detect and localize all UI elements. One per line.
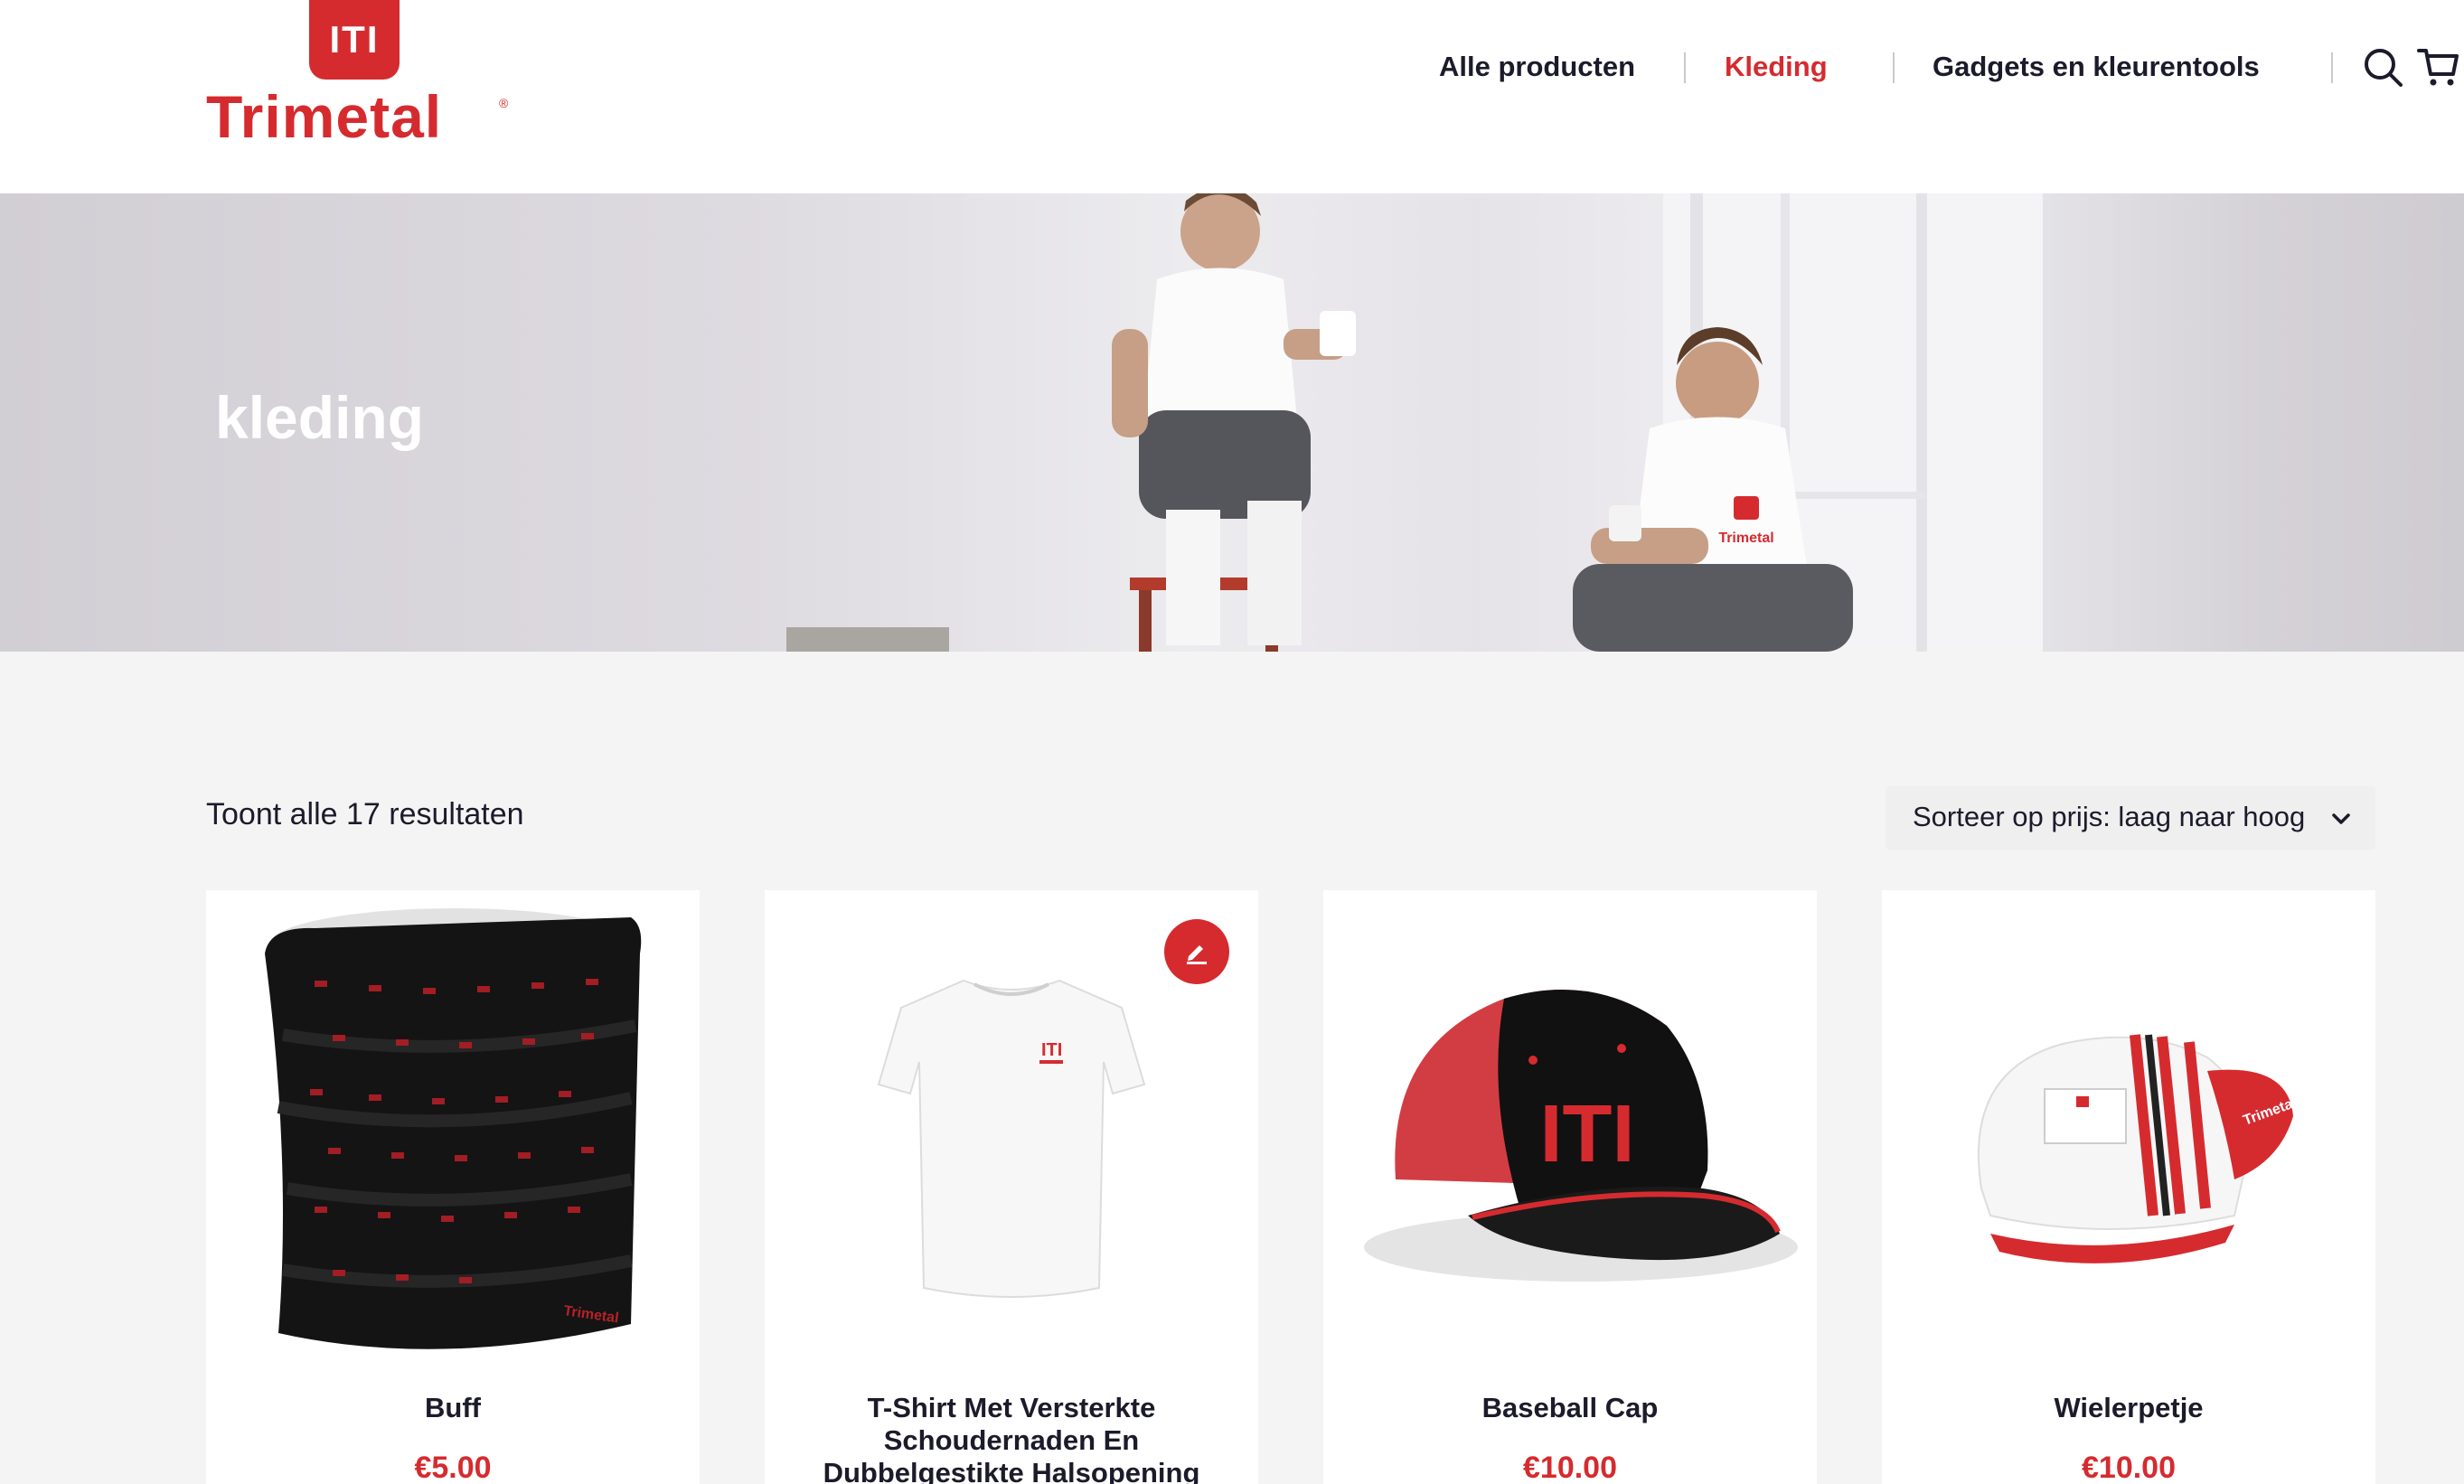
- registered-mark: ®: [499, 96, 509, 110]
- page-title: kleding: [215, 384, 425, 451]
- product-image-buff: Trimetal: [265, 908, 642, 1349]
- nav-divider: [1893, 52, 1895, 83]
- product-card-tshirt[interactable]: ITI T-Shirt Met Versterkte Schoudernaden…: [765, 890, 1258, 1484]
- product-price: €10.00: [1523, 1451, 1617, 1484]
- cart-icon[interactable]: [2417, 45, 2460, 89]
- product-card-buff[interactable]: Trimetal Buff €5.00: [206, 890, 700, 1484]
- logo-wordmark: Trimetal: [206, 83, 443, 150]
- nav-item-kleding[interactable]: Kleding: [1725, 51, 1828, 83]
- product-title[interactable]: Wielerpetje: [1918, 1392, 2339, 1424]
- result-count: Toont alle 17 resultaten: [206, 797, 524, 831]
- logo-badge: ITI: [309, 0, 400, 80]
- nav-divider: [2331, 52, 2333, 83]
- pencil-icon: [1187, 945, 1207, 964]
- main-navigation: Alle producten Kleding Gadgets en kleure…: [1379, 43, 2464, 90]
- nav-item-gadgets[interactable]: Gadgets en kleurentools: [1933, 51, 2260, 83]
- product-image-baseball-cap: ITI: [1364, 990, 1798, 1282]
- product-card-baseball-cap[interactable]: ITI Baseball Cap €10.00: [1323, 890, 1817, 1484]
- trimetal-logo[interactable]: ITI Trimetal ®: [206, 0, 513, 154]
- nav-divider: [1684, 52, 1686, 83]
- sort-dropdown[interactable]: Sorteer op prijs: laag naar hoog: [1886, 786, 2375, 850]
- tshirt-logo-text: ITI: [1041, 1040, 1062, 1060]
- category-hero: Trimetal kleding: [0, 193, 2464, 652]
- product-image-cycling-cap: Trimetal: [1977, 1034, 2299, 1263]
- hero-shirt-brand: Trimetal: [1718, 531, 1773, 546]
- chevron-down-icon: [2332, 813, 2350, 824]
- product-price: €10.00: [2082, 1451, 2176, 1484]
- product-title[interactable]: Buff: [242, 1392, 663, 1424]
- hero-photo-painters: Trimetal: [786, 193, 2043, 652]
- product-title[interactable]: Baseball Cap: [1359, 1392, 1781, 1424]
- cap-logo-text: ITI: [1540, 1089, 1635, 1179]
- edit-button[interactable]: [1164, 919, 1229, 984]
- product-card-wielerpetje[interactable]: Trimetal Wielerpetje €10.00: [1882, 890, 2375, 1484]
- search-icon[interactable]: [2361, 45, 2404, 89]
- site-header: ITI Trimetal ® Alle producten Kleding Ga…: [0, 0, 2464, 193]
- sort-selected-value: Sorteer op prijs: laag naar hoog: [1913, 801, 2306, 832]
- nav-item-alle-producten[interactable]: Alle producten: [1439, 51, 1635, 83]
- product-price: €5.00: [414, 1451, 492, 1484]
- product-title[interactable]: T-Shirt Met Versterkte Schoudernaden En …: [801, 1392, 1222, 1484]
